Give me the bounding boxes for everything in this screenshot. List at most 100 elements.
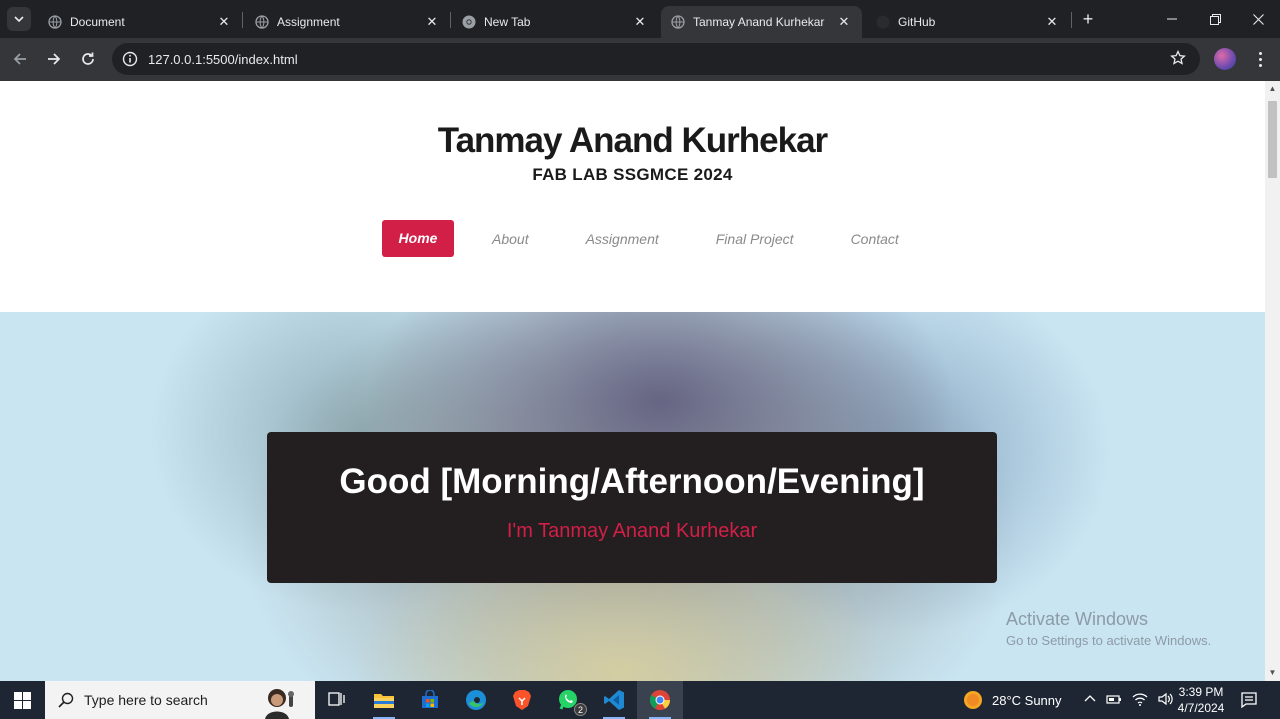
tab-document[interactable]: Document ✕	[38, 6, 242, 38]
search-icon	[58, 692, 74, 708]
task-view-button[interactable]	[314, 681, 360, 719]
chrome-icon	[649, 690, 671, 710]
tab-strip: Document ✕ Assignment ✕ New Tab ✕ Tanmay…	[0, 0, 1280, 38]
scrollbar-thumb[interactable]	[1268, 101, 1277, 178]
tab-separator	[450, 12, 451, 28]
tab-search-button[interactable]	[7, 7, 31, 31]
windows-taskbar: Type here to search 2 28°C Sunny 3:39 PM…	[0, 681, 1280, 719]
info-icon[interactable]	[122, 51, 138, 67]
task-view-icon	[328, 692, 345, 706]
globe-icon	[671, 15, 685, 29]
microsoft-store-button[interactable]	[407, 681, 453, 719]
tab-separator	[242, 12, 243, 28]
chrome-icon	[462, 15, 476, 29]
browser-toolbar: 127.0.0.1:5500/index.html	[0, 38, 1280, 81]
close-icon	[1252, 13, 1264, 25]
whatsapp-button[interactable]: 2	[545, 681, 591, 719]
greeting-heading: Good [Morning/Afternoon/Evening]	[339, 462, 925, 501]
notification-badge: 2	[574, 703, 587, 716]
notification-icon	[1241, 692, 1257, 709]
url-text: 127.0.0.1:5500/index.html	[148, 51, 298, 67]
close-window-button[interactable]	[1236, 0, 1280, 38]
windows-logo-icon	[14, 691, 31, 709]
restore-button[interactable]	[1193, 0, 1237, 38]
page-scrollbar[interactable]: ▲ ▼	[1265, 81, 1280, 681]
chevron-up-icon[interactable]	[1084, 693, 1096, 708]
minimize-icon	[1167, 18, 1177, 20]
site-subtitle: FAB LAB SSGMCE 2024	[532, 165, 733, 184]
weather-text: 28°C Sunny	[992, 692, 1062, 708]
new-tab-button[interactable]: +	[1078, 9, 1098, 29]
search-highlight-illustration-icon	[265, 689, 294, 719]
close-tab-icon[interactable]: ✕	[216, 14, 232, 30]
tab-tanmay[interactable]: Tanmay Anand Kurhekar ✕	[661, 6, 862, 38]
github-icon	[876, 15, 890, 29]
scroll-up-arrow-icon[interactable]: ▲	[1268, 85, 1277, 93]
start-button[interactable]	[0, 681, 45, 719]
page-viewport: Tanmay Anand Kurhekar FAB LAB SSGMCE 202…	[0, 81, 1265, 681]
tab-title: GitHub	[898, 15, 936, 29]
brave-button[interactable]	[499, 681, 545, 719]
edge-icon	[466, 690, 486, 710]
vscode-button[interactable]	[591, 681, 637, 719]
close-tab-icon[interactable]: ✕	[1044, 14, 1060, 30]
folder-icon	[374, 694, 394, 708]
tab-separator	[1071, 12, 1072, 28]
watermark-line2: Go to Settings to activate Windows.	[1006, 633, 1212, 648]
taskbar-search-box[interactable]: Type here to search	[45, 681, 315, 719]
bookmark-star-icon[interactable]	[1170, 49, 1186, 71]
brave-lion-icon	[513, 690, 531, 710]
nav-final-project[interactable]: Final Project	[716, 231, 794, 247]
taskbar-clock[interactable]: 3:39 PM 4/7/2024	[1172, 684, 1230, 716]
search-placeholder: Type here to search	[84, 692, 208, 708]
arrow-left-icon	[13, 53, 26, 65]
hero-section: Good [Morning/Afternoon/Evening] I'm Tan…	[0, 312, 1265, 681]
file-explorer-button[interactable]	[361, 681, 407, 719]
nav-contact[interactable]: Contact	[851, 231, 899, 247]
nav-assignment[interactable]: Assignment	[586, 231, 659, 247]
close-tab-icon[interactable]: ✕	[632, 14, 648, 30]
plus-icon: +	[1082, 8, 1094, 29]
notification-center-button[interactable]	[1240, 681, 1258, 719]
back-button[interactable]	[8, 47, 32, 71]
scroll-down-arrow-icon[interactable]: ▼	[1268, 669, 1277, 677]
globe-icon	[48, 15, 62, 29]
tab-github[interactable]: GitHub ✕	[866, 6, 1070, 38]
clock-time: 3:39 PM	[1178, 685, 1224, 699]
globe-icon	[255, 15, 269, 29]
greeting-intro: I'm Tanmay Anand Kurhekar	[506, 520, 758, 542]
store-icon	[422, 690, 438, 708]
vscode-icon	[604, 690, 624, 710]
minimize-button[interactable]	[1150, 0, 1194, 38]
reload-icon	[82, 52, 94, 65]
restore-icon	[1209, 13, 1221, 25]
address-bar[interactable]: 127.0.0.1:5500/index.html	[112, 43, 1200, 75]
profile-avatar[interactable]	[1214, 48, 1236, 70]
battery-icon[interactable]	[1106, 693, 1122, 708]
weather-widget[interactable]: 28°C Sunny	[962, 681, 1062, 719]
reload-button[interactable]	[76, 47, 100, 71]
tab-title: Document	[70, 15, 125, 29]
greeting-card: Good [Morning/Afternoon/Evening] I'm Tan…	[267, 432, 997, 583]
sun-icon	[964, 691, 982, 709]
forward-button[interactable]	[42, 47, 66, 71]
activate-windows-watermark: Activate Windows Go to Settings to activ…	[1006, 609, 1211, 648]
tab-title: Assignment	[277, 15, 340, 29]
edge-button[interactable]	[453, 681, 499, 719]
close-tab-icon[interactable]: ✕	[424, 14, 440, 30]
site-title: Tanmay Anand Kurhekar	[437, 121, 828, 160]
nav-about[interactable]: About	[492, 231, 529, 247]
chrome-button[interactable]	[637, 681, 683, 719]
wifi-icon[interactable]	[1132, 692, 1148, 709]
close-tab-icon[interactable]: ✕	[836, 14, 852, 30]
site-header: Tanmay Anand Kurhekar FAB LAB SSGMCE 202…	[0, 81, 1265, 312]
tab-title: Tanmay Anand Kurhekar	[693, 15, 825, 29]
arrow-right-icon	[48, 53, 61, 65]
main-nav: Home About Assignment Final Project Cont…	[382, 220, 899, 257]
nav-home[interactable]: Home	[382, 220, 454, 257]
tab-assignment[interactable]: Assignment ✕	[245, 6, 450, 38]
browser-menu-button[interactable]	[1250, 48, 1270, 70]
chevron-down-icon	[14, 16, 24, 23]
watermark-line1: Activate Windows	[1006, 609, 1149, 629]
tab-new-tab[interactable]: New Tab ✕	[452, 6, 658, 38]
